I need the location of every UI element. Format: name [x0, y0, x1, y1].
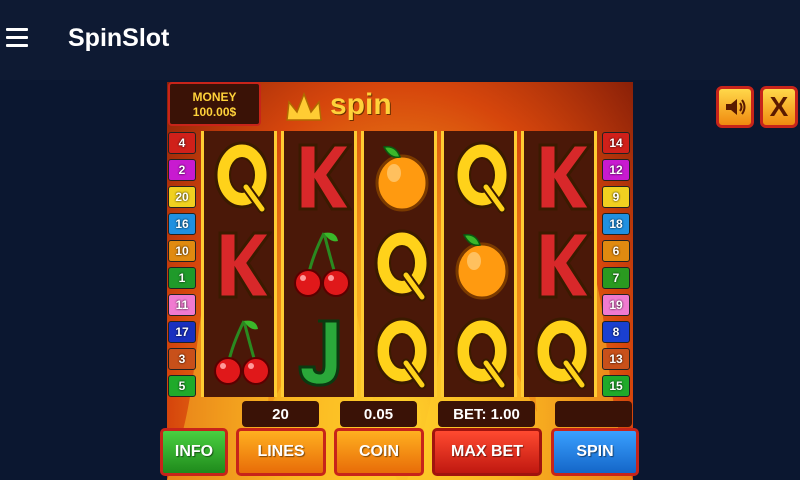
lines-value: 20 [242, 401, 319, 427]
payline-column-left: 4 2 20 16 10 1 11 17 3 5 [168, 132, 198, 402]
reel-4 [441, 131, 517, 397]
payline-badge[interactable]: 1 [168, 267, 196, 289]
payline-badge[interactable]: 19 [602, 294, 630, 316]
payline-badge[interactable]: 4 [168, 132, 196, 154]
Q-symbol-icon [210, 137, 274, 217]
payline-badge[interactable]: 14 [602, 132, 630, 154]
money-value: 100.00$ [192, 105, 237, 119]
money-display: MONEY 100.00$ [168, 82, 261, 126]
orange-symbol-icon [450, 225, 514, 305]
max-bet-button[interactable]: MAX BET [432, 428, 542, 476]
sound-button[interactable] [716, 86, 754, 128]
payline-badge[interactable]: 13 [602, 348, 630, 370]
close-icon: X [769, 91, 789, 122]
Q-symbol-icon [450, 137, 514, 217]
cherry-symbol-icon [290, 225, 354, 305]
K-symbol-icon [530, 225, 594, 305]
payline-badge[interactable]: 20 [168, 186, 196, 208]
reel-3 [361, 131, 437, 397]
cherry-symbol-icon [210, 313, 274, 393]
payline-badge[interactable]: 2 [168, 159, 196, 181]
Q-symbol-icon [370, 313, 434, 393]
reel-2 [281, 131, 357, 397]
Q-symbol-icon [530, 313, 594, 393]
money-label: MONEY [192, 90, 237, 104]
payline-badge[interactable]: 3 [168, 348, 196, 370]
win-value [555, 401, 632, 427]
payline-badge[interactable]: 15 [602, 375, 630, 397]
payline-badge[interactable]: 17 [168, 321, 196, 343]
coin-button[interactable]: COIN [334, 428, 424, 476]
payline-badge[interactable]: 5 [168, 375, 196, 397]
lines-button[interactable]: LINES [236, 428, 326, 476]
hamburger-menu-icon[interactable] [6, 28, 30, 50]
bet-value: BET: 1.00 [438, 401, 535, 427]
K-symbol-icon [210, 225, 274, 305]
orange-symbol-icon [370, 137, 434, 217]
K-symbol-icon [290, 137, 354, 217]
payline-badge[interactable]: 8 [602, 321, 630, 343]
close-button[interactable]: X [760, 86, 798, 128]
spin-button[interactable]: SPIN [551, 428, 639, 476]
reel-5 [521, 131, 597, 397]
payline-badge[interactable]: 6 [602, 240, 630, 262]
Q-symbol-icon [450, 313, 514, 393]
Q-symbol-icon [370, 225, 434, 305]
coin-value: 0.05 [340, 401, 417, 427]
game-logo: spin [330, 88, 392, 121]
K-symbol-icon [530, 137, 594, 217]
J-symbol-icon [290, 313, 354, 393]
app-title: SpinSlot [68, 24, 170, 52]
payline-badge[interactable]: 18 [602, 213, 630, 235]
speaker-icon [726, 99, 746, 115]
payline-column-right: 14 12 9 18 6 7 19 8 13 15 [602, 132, 632, 402]
reels [201, 131, 600, 397]
payline-badge[interactable]: 11 [168, 294, 196, 316]
payline-badge[interactable]: 16 [168, 213, 196, 235]
reel-1 [201, 131, 277, 397]
payline-badge[interactable]: 9 [602, 186, 630, 208]
app-bar: SpinSlot [0, 0, 800, 80]
info-button[interactable]: INFO [160, 428, 228, 476]
payline-badge[interactable]: 7 [602, 267, 630, 289]
payline-badge[interactable]: 12 [602, 159, 630, 181]
payline-badge[interactable]: 10 [168, 240, 196, 262]
